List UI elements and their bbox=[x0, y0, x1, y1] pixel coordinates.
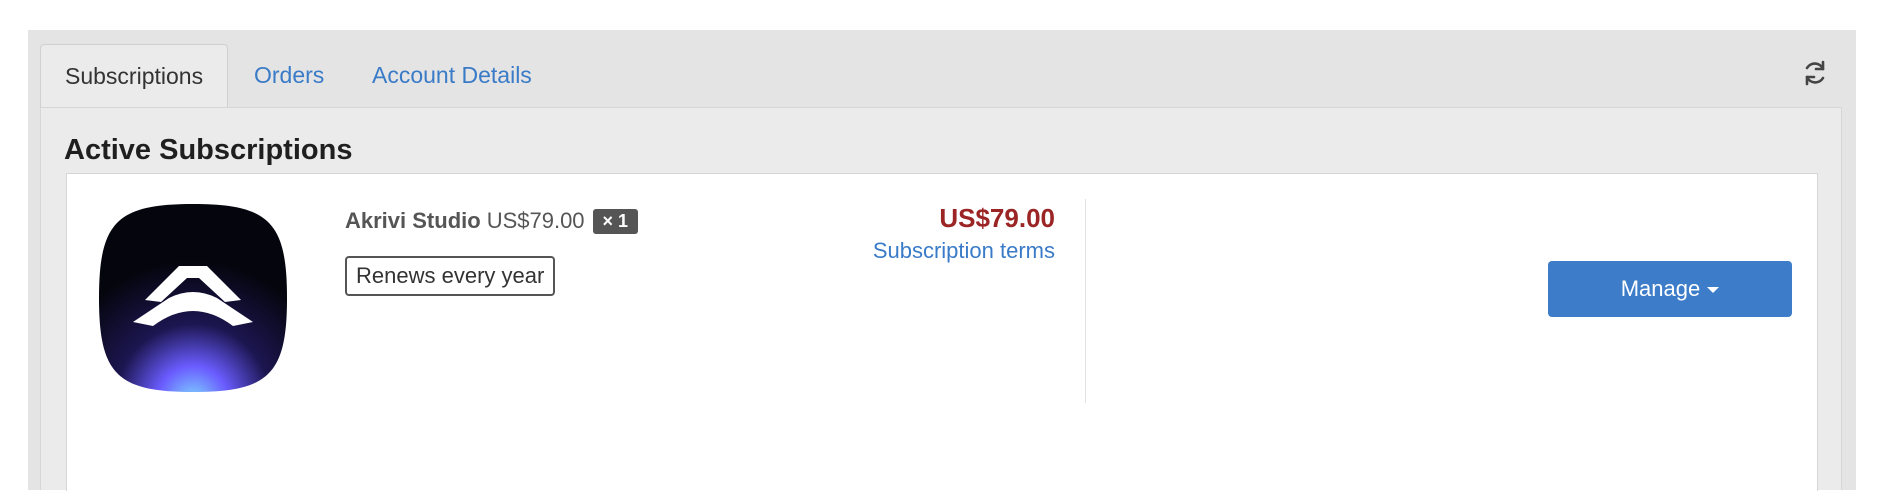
total-price: US$79.00 bbox=[939, 203, 1055, 233]
unit-price: US$79.00 bbox=[486, 208, 585, 233]
app-icon bbox=[99, 204, 287, 392]
refresh-icon[interactable] bbox=[1800, 58, 1830, 88]
tab-bar: Subscriptions Orders Account Details bbox=[28, 30, 1856, 109]
manage-button[interactable]: Manage bbox=[1548, 261, 1792, 317]
product-name: Akrivi Studio bbox=[345, 208, 481, 233]
subscriptions-content: Active Subscriptions Akrivi Studio US$79… bbox=[40, 107, 1842, 491]
tab-account-details[interactable]: Account Details bbox=[372, 44, 532, 107]
price-column: US$79.00 Subscription terms bbox=[873, 202, 1055, 268]
column-divider bbox=[1085, 199, 1086, 403]
subscriptions-panel: Subscriptions Orders Account Details Act… bbox=[28, 30, 1856, 491]
product-line: Akrivi Studio US$79.00 × 1 bbox=[345, 208, 639, 234]
section-title: Active Subscriptions bbox=[64, 134, 353, 166]
quantity-badge: × 1 bbox=[592, 208, 639, 234]
manage-button-label: Manage bbox=[1620, 276, 1701, 301]
tab-orders[interactable]: Orders bbox=[254, 44, 324, 107]
caret-down-icon bbox=[1707, 287, 1720, 294]
subscription-card: Akrivi Studio US$79.00 × 1 Renews every … bbox=[66, 173, 1818, 491]
subscription-terms-link[interactable]: Subscription terms bbox=[873, 234, 1055, 268]
renewal-badge: Renews every year bbox=[345, 256, 556, 296]
tab-subscriptions[interactable]: Subscriptions bbox=[40, 44, 229, 109]
